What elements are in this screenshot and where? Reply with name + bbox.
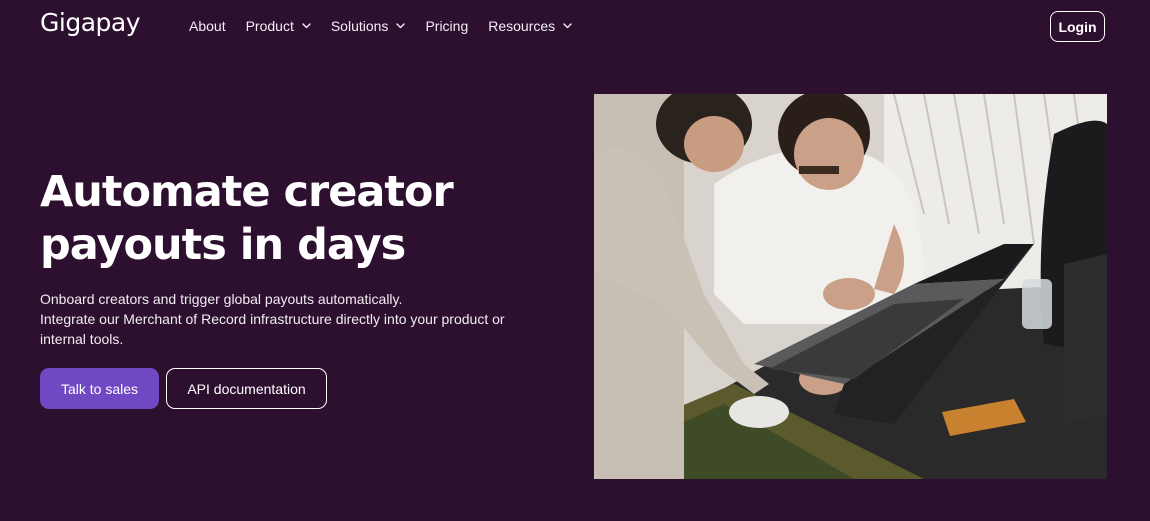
hero-title-line: Automate creator [40, 167, 454, 217]
hero-photo-illustration [594, 94, 1107, 479]
nav-item-label: Product [245, 18, 294, 34]
hero-title: Automate creator payouts in days [40, 166, 560, 272]
chevron-down-icon [302, 23, 311, 29]
hero-subtitle-line: Integrate our Merchant of Record infrast… [40, 311, 505, 327]
chevron-down-icon [396, 23, 406, 29]
nav-item-label: Solutions [330, 18, 389, 34]
nav-item-solutions[interactable]: Solutions [331, 18, 406, 34]
api-documentation-button[interactable]: API documentation [166, 368, 327, 409]
nav-item-label: About [189, 18, 226, 34]
hero-title-line: payouts in days [40, 220, 406, 270]
talk-to-sales-button[interactable]: Talk to sales [40, 368, 159, 409]
login-button[interactable]: Login [1050, 11, 1105, 42]
nav-item-label: Pricing [425, 18, 469, 34]
top-navigation: Gigapay About Product Solutions Pricing … [0, 0, 1150, 54]
nav-item-about[interactable]: About [189, 18, 226, 34]
main-menu: About Product Solutions Pricing Resource… [189, 18, 592, 34]
gigapay-logo[interactable]: Gigapay [40, 8, 141, 37]
hero-photo [594, 94, 1107, 479]
nav-item-resources[interactable]: Resources [488, 18, 572, 34]
hero-subtitle: Onboard creators and trigger global payo… [40, 289, 540, 349]
nav-item-pricing[interactable]: Pricing [425, 18, 468, 34]
nav-item-label: Resources [488, 18, 556, 34]
chevron-down-icon [563, 23, 572, 29]
hero-subtitle-line: internal tools. [40, 331, 124, 347]
hero-subtitle-line: Onboard creators and trigger global payo… [40, 291, 403, 307]
nav-item-product[interactable]: Product [246, 18, 311, 34]
